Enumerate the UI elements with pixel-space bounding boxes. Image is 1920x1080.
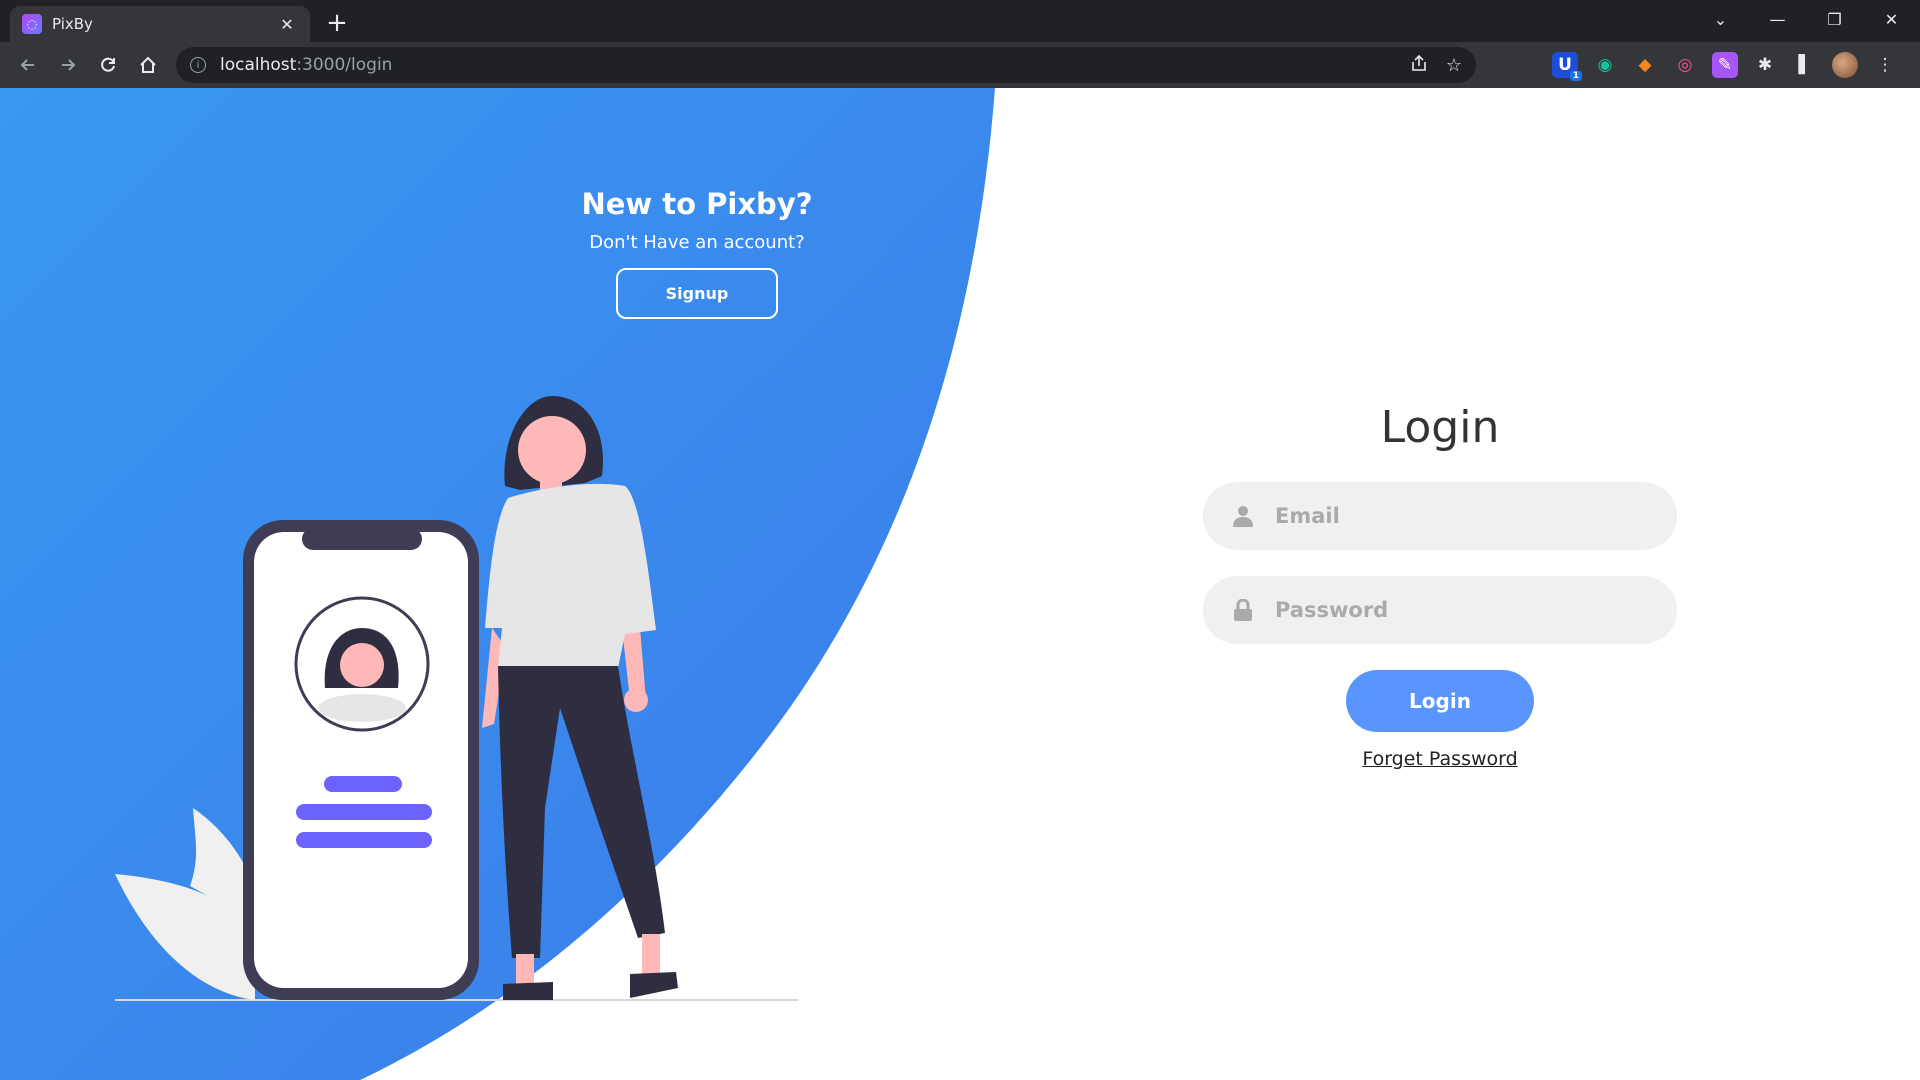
tab-strip: ◌ PixBy ✕ + ⌄ — ❐ ✕ [0, 0, 1920, 42]
close-icon[interactable]: ✕ [276, 13, 298, 35]
reload-icon[interactable] [88, 45, 128, 85]
color-extension-icon[interactable]: ◎ [1672, 52, 1698, 78]
tab-search-chevron-icon[interactable]: ⌄ [1692, 0, 1749, 38]
password-field[interactable] [1203, 576, 1677, 644]
minimize-icon[interactable]: — [1749, 0, 1806, 38]
devtools-extension-icon[interactable]: ✎ [1712, 52, 1738, 78]
home-icon[interactable] [128, 45, 168, 85]
email-input[interactable] [1273, 503, 1649, 529]
password-input[interactable] [1273, 597, 1649, 623]
email-field[interactable] [1203, 482, 1677, 550]
new-tab-button[interactable]: + [322, 8, 352, 38]
pixby-favicon-icon: ◌ [22, 14, 42, 34]
signup-button[interactable]: Signup [616, 268, 778, 319]
login-button[interactable]: Login [1346, 670, 1534, 732]
login-form: Login Login Forget Password [1203, 398, 1677, 770]
extensions-bar: U1 ◉ ◆ ◎ ✎ ✱ ▌ ⋮ [1552, 42, 1898, 88]
tab-pixby[interactable]: ◌ PixBy ✕ [10, 6, 310, 42]
back-arrow-icon[interactable] [8, 45, 48, 85]
grammarly-extension-icon[interactable]: ◉ [1592, 52, 1618, 78]
bookmark-star-icon[interactable]: ☆ [1446, 55, 1462, 76]
phone-line-3 [296, 832, 432, 848]
user-icon [1231, 504, 1255, 528]
restore-icon[interactable]: ❐ [1806, 0, 1863, 38]
phone-avatar-face [340, 643, 384, 687]
login-title: Login [1380, 402, 1500, 453]
url-path: :3000/login [296, 55, 393, 75]
puzzle-extensions-icon[interactable]: ✱ [1752, 52, 1778, 78]
kebab-menu-icon[interactable]: ⋮ [1872, 52, 1898, 78]
extension-badge: 1 [1569, 71, 1582, 81]
forward-arrow-icon[interactable] [48, 45, 88, 85]
address-bar[interactable]: i localhost:3000/login ☆ [176, 47, 1476, 83]
lock-icon [1231, 598, 1255, 622]
browser-toolbar: i localhost:3000/login ☆ U1 ◉ ◆ ◎ ✎ ✱ ▌ … [0, 42, 1920, 88]
phone-avatar-body [318, 694, 406, 722]
side-panel-icon[interactable]: ▌ [1792, 52, 1818, 78]
promo-title: New to Pixby? [581, 187, 813, 221]
browser-chrome: ◌ PixBy ✕ + ⌄ — ❐ ✕ i localhost:3000/log… [0, 0, 1920, 88]
window-close-icon[interactable]: ✕ [1863, 0, 1920, 38]
woman-left-shoe [503, 982, 553, 1000]
woman-right-leg [642, 934, 660, 974]
metamask-extension-icon[interactable]: ◆ [1632, 52, 1658, 78]
bitwarden-extension-icon[interactable]: U1 [1552, 52, 1582, 81]
phone-line-2 [296, 804, 432, 820]
info-icon[interactable]: i [190, 57, 206, 73]
profile-avatar[interactable] [1832, 52, 1858, 78]
woman-left-leg [516, 954, 534, 984]
phone-line-1 [324, 776, 402, 792]
woman-right-shoe [630, 972, 678, 998]
forget-password-link[interactable]: Forget Password [1362, 748, 1517, 770]
phone-notch [302, 528, 422, 550]
window-controls: ⌄ — ❐ ✕ [1692, 0, 1920, 38]
signup-promo: New to Pixby? Don't Have an account? Sig… [547, 184, 847, 319]
omnibox-actions: ☆ [1410, 47, 1462, 83]
login-page: New to Pixby? Don't Have an account? Sig… [0, 88, 1920, 1080]
woman-right-hand [624, 688, 648, 712]
share-icon[interactable] [1410, 54, 1428, 77]
woman-face [518, 416, 586, 484]
promo-subtitle: Don't Have an account? [589, 232, 805, 253]
tab-title: PixBy [52, 15, 93, 33]
url-host: localhost [220, 55, 297, 75]
